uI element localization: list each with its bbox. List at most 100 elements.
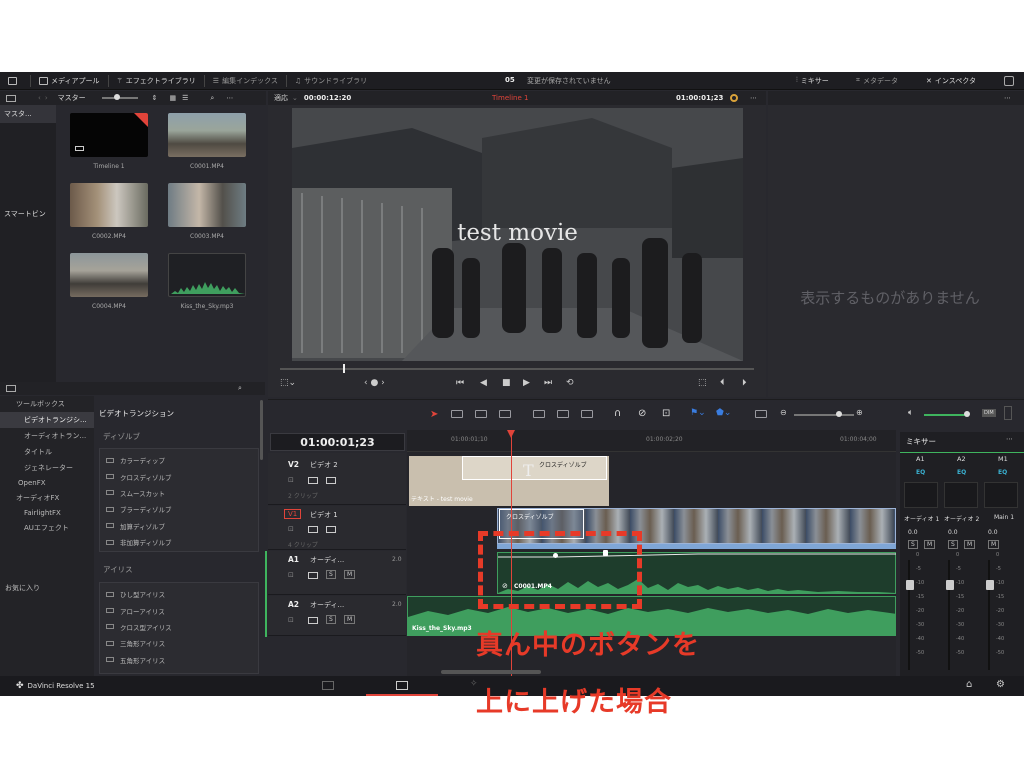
v2-transition[interactable]: クロスディゾルブ T	[462, 456, 607, 480]
clip-thumbnail[interactable]	[168, 183, 246, 227]
reverse-play-button[interactable]: ◀	[480, 378, 487, 388]
more-icon[interactable]: ⋯	[1004, 94, 1011, 102]
back-icon[interactable]: ‹	[38, 94, 41, 102]
transition-item[interactable]: クロス型アイリス	[100, 619, 258, 635]
pan-display[interactable]	[984, 482, 1018, 508]
pan-display[interactable]	[944, 482, 978, 508]
lock-icon[interactable]: ⊡	[288, 476, 294, 484]
eq-button[interactable]: EQ	[957, 469, 966, 476]
mute-button[interactable]: M	[924, 540, 936, 549]
jog-control[interactable]: ‹ ● ›	[364, 378, 385, 388]
scrubber-playhead[interactable]	[343, 364, 345, 373]
forward-icon[interactable]: ›	[45, 94, 48, 102]
mute-button[interactable]: M	[344, 615, 356, 624]
viewer-layout-icon[interactable]: ⬚⌄	[280, 378, 296, 388]
snapping-icon[interactable]: ∩	[614, 408, 621, 419]
transition-item[interactable]: 非加算ディゾルブ	[100, 534, 258, 550]
track-id[interactable]: V1	[284, 509, 302, 519]
transition-item[interactable]: スムースカット	[100, 485, 258, 501]
match-frame-button[interactable]: ⬚	[698, 378, 707, 388]
mute-button[interactable]: M	[344, 570, 356, 579]
bin-master[interactable]: マスタ...	[0, 105, 56, 123]
inspector-button[interactable]: ✕ インスペクタ	[918, 72, 984, 90]
viewer-frame[interactable]: test movie	[292, 108, 743, 361]
go-to-start-button[interactable]: ⏮	[456, 378, 464, 388]
marker-icon[interactable]: ⬟⌄	[716, 408, 731, 418]
tree-au-effects[interactable]: AUエフェクト	[0, 520, 94, 536]
zoom-out-icon[interactable]: ⊖	[780, 408, 787, 417]
search-icon[interactable]: ⌕	[210, 94, 214, 103]
master-volume-slider[interactable]	[924, 411, 970, 417]
auto-select-icon[interactable]	[308, 617, 318, 624]
effects-scrollbar[interactable]	[260, 400, 263, 460]
timeline-select[interactable]: Timeline 1	[492, 94, 528, 102]
workspace-icon-button[interactable]	[0, 72, 30, 90]
solo-button[interactable]: S	[948, 540, 958, 549]
transition-item[interactable]: カラーディップ	[100, 452, 258, 468]
track-name[interactable]: ビデオ 1	[310, 510, 338, 520]
blade-tool[interactable]	[499, 410, 511, 418]
tree-audiofx[interactable]: オーディオFX	[0, 490, 94, 506]
trim-tool[interactable]	[451, 410, 463, 418]
auto-select-icon[interactable]	[308, 477, 318, 484]
clip-thumbnail[interactable]	[168, 113, 246, 157]
tree-fairlightfx[interactable]: FairlightFX	[0, 506, 94, 520]
edit-page-tab[interactable]	[366, 676, 438, 696]
pan-display[interactable]	[904, 482, 938, 508]
auto-select-icon[interactable]	[308, 572, 318, 579]
selection-tool[interactable]: ➤	[430, 409, 438, 420]
more-icon[interactable]: ⋯	[226, 94, 233, 102]
eq-button[interactable]: EQ	[998, 469, 1007, 476]
transition-item[interactable]: アローアイリス	[100, 602, 258, 618]
timeline-zoom-slider[interactable]	[794, 411, 854, 417]
transition-item[interactable]: 三角形アイリス	[100, 635, 258, 651]
thumbnail-size-slider[interactable]	[101, 94, 138, 100]
view-options-icon[interactable]	[755, 410, 767, 418]
edit-index-button[interactable]: ☰ 編集インデックス	[205, 72, 286, 90]
channel-fader[interactable]	[906, 560, 916, 670]
lock-icon[interactable]: ⊡	[662, 408, 670, 419]
media-pool-button[interactable]: メディアプール	[31, 72, 108, 90]
color-wheel-icon[interactable]	[730, 94, 738, 102]
insert-clip-button[interactable]	[533, 410, 545, 418]
track-visibility-icon[interactable]	[326, 526, 336, 533]
channel-fader[interactable]	[986, 560, 996, 670]
overwrite-clip-button[interactable]	[557, 410, 569, 418]
next-edit-button[interactable]: ⏵	[742, 378, 747, 388]
tree-audio-transitions[interactable]: オーディオトラン...	[0, 428, 94, 444]
lock-icon[interactable]: ⊡	[288, 525, 294, 533]
sort-icon[interactable]: ⇕	[152, 94, 158, 102]
home-icon[interactable]: ⌂	[966, 679, 972, 690]
mute-button[interactable]: M	[964, 540, 976, 549]
lock-icon[interactable]: ⊡	[288, 616, 294, 624]
track-name[interactable]: オーディ...	[310, 600, 344, 610]
auto-select-icon[interactable]	[308, 526, 318, 533]
tree-openfx[interactable]: OpenFX	[0, 476, 94, 490]
eq-button[interactable]: EQ	[916, 469, 925, 476]
timeline-ruler[interactable]: 01:00:01;10 01:00:02;20 01:00:04;00	[407, 430, 896, 452]
settings-gear-icon[interactable]: ⚙	[996, 679, 1005, 690]
zoom-in-icon[interactable]: ⊕	[856, 408, 863, 417]
track-visibility-icon[interactable]	[326, 477, 336, 484]
transition-item[interactable]: 五角形アイリス	[100, 652, 258, 668]
clip-thumbnail[interactable]	[70, 253, 148, 297]
track-name[interactable]: オーディ...	[310, 555, 344, 565]
loop-button[interactable]: ⟲	[566, 378, 574, 388]
zoom-fit-select[interactable]: 適応	[274, 93, 288, 103]
tree-video-transitions[interactable]: ビデオトランジシ...	[0, 412, 94, 428]
replace-clip-button[interactable]	[581, 410, 593, 418]
metadata-button[interactable]: ⌗ メタデータ	[848, 72, 906, 90]
solo-button[interactable]: S	[908, 540, 918, 549]
panel-toggle-icon[interactable]	[6, 94, 16, 102]
mute-button[interactable]: M	[988, 540, 1000, 549]
sound-library-button[interactable]: ♫ サウンドライブラリ	[287, 72, 375, 90]
more-icon[interactable]: ⋯	[750, 94, 757, 102]
transition-item[interactable]: 加算ディゾルブ	[100, 518, 258, 534]
list-view-icon[interactable]: ☰	[182, 94, 188, 102]
search-icon[interactable]: ⌕	[238, 384, 242, 393]
link-icon[interactable]: ⊘	[638, 408, 646, 419]
clip-thumbnail[interactable]	[70, 113, 148, 157]
viewer-scrubber[interactable]	[280, 364, 754, 373]
effects-library-button[interactable]: ⚚ エフェクトライブラリ	[109, 72, 204, 90]
tree-titles[interactable]: タイトル	[0, 444, 94, 460]
